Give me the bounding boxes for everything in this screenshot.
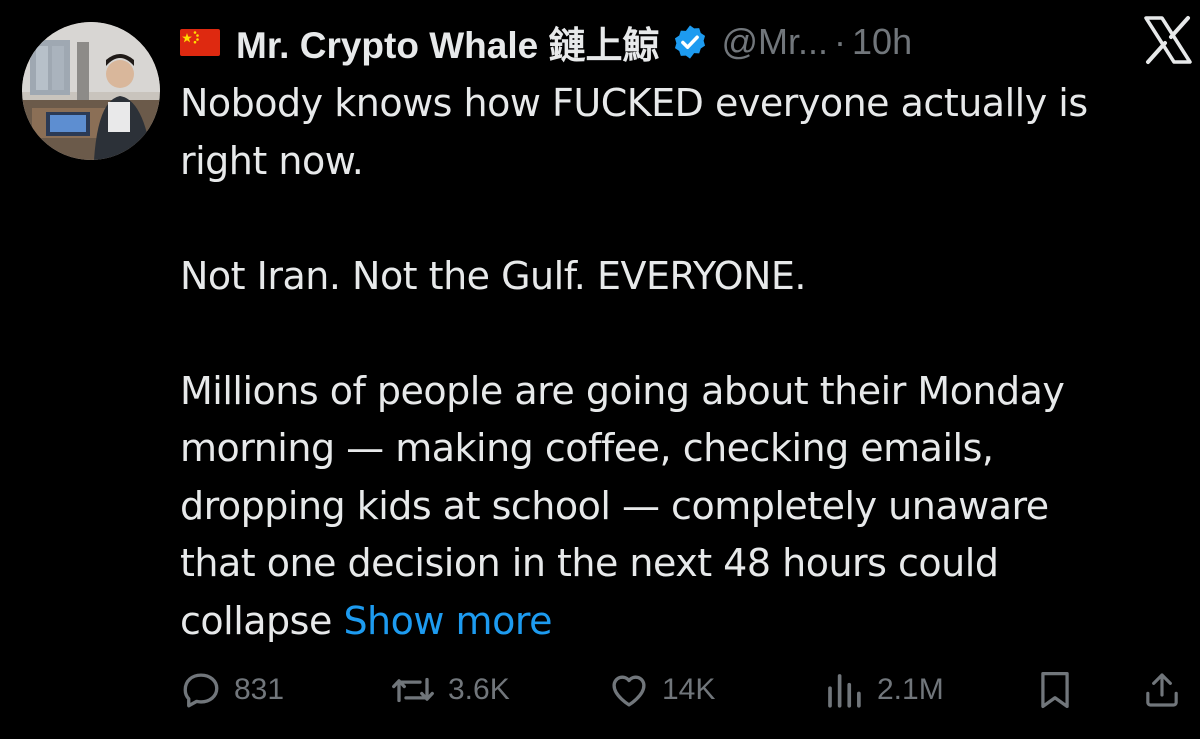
- tweet-text: Nobody knows how FUCKED everyone actuall…: [180, 75, 1180, 650]
- repost-count: 3.6K: [448, 673, 510, 706]
- bookmark-icon: [1036, 669, 1074, 711]
- timestamp[interactable]: 10h: [852, 21, 912, 63]
- tweet-actions: 831 3.6K 14K 2.1M: [180, 662, 1190, 718]
- reply-count: 831: [234, 673, 285, 706]
- avatar-photo: [22, 22, 160, 160]
- tweet-line: [180, 190, 1180, 248]
- author-handle[interactable]: @Mr...: [721, 21, 828, 63]
- tweet-line: morning — making coffee, checking emails…: [180, 426, 994, 470]
- separator-dot: ·: [834, 21, 847, 62]
- like-count: 14K: [662, 673, 716, 706]
- tweet-line: Not Iran. Not the Gulf. EVERYONE.: [180, 253, 807, 298]
- tweet-line: right now.: [180, 138, 364, 183]
- views-button[interactable]: 2.1M: [823, 662, 944, 718]
- bookmark-button[interactable]: [1036, 662, 1074, 718]
- tweet-line: Millions of people are going about their…: [180, 368, 1065, 413]
- china-flag-icon: [180, 28, 220, 56]
- verified-badge-icon: [671, 23, 709, 61]
- like-button[interactable]: 14K: [608, 662, 715, 718]
- share-icon: [1142, 669, 1182, 711]
- heart-icon: [608, 669, 650, 711]
- repost-icon: [390, 669, 436, 711]
- tweet-line: dropping kids at school — completely una…: [180, 483, 1049, 528]
- views-count: 2.1M: [877, 673, 944, 706]
- show-more-link[interactable]: Show more: [343, 599, 552, 643]
- tweet-header: Mr. Crypto Whale 鏈上鯨 @Mr... · 10h: [180, 14, 912, 70]
- tweet-last-line: collapse Show more: [180, 593, 1180, 651]
- author-name[interactable]: Mr. Crypto Whale 鏈上鯨: [236, 15, 659, 69]
- share-button[interactable]: [1142, 662, 1182, 718]
- x-logo-icon: [1142, 14, 1194, 66]
- avatar[interactable]: [22, 22, 160, 160]
- repost-button[interactable]: 3.6K: [390, 662, 510, 718]
- tweet-line: that one decision in the next 48 hours c…: [180, 541, 999, 585]
- reply-button[interactable]: 831: [180, 662, 284, 718]
- tweet-line: [180, 305, 1180, 363]
- tweet-line: Nobody knows how FUCKED everyone actuall…: [180, 81, 1088, 125]
- reply-icon: [180, 669, 222, 711]
- views-icon: [823, 669, 865, 711]
- tweet-line: collapse: [180, 598, 332, 643]
